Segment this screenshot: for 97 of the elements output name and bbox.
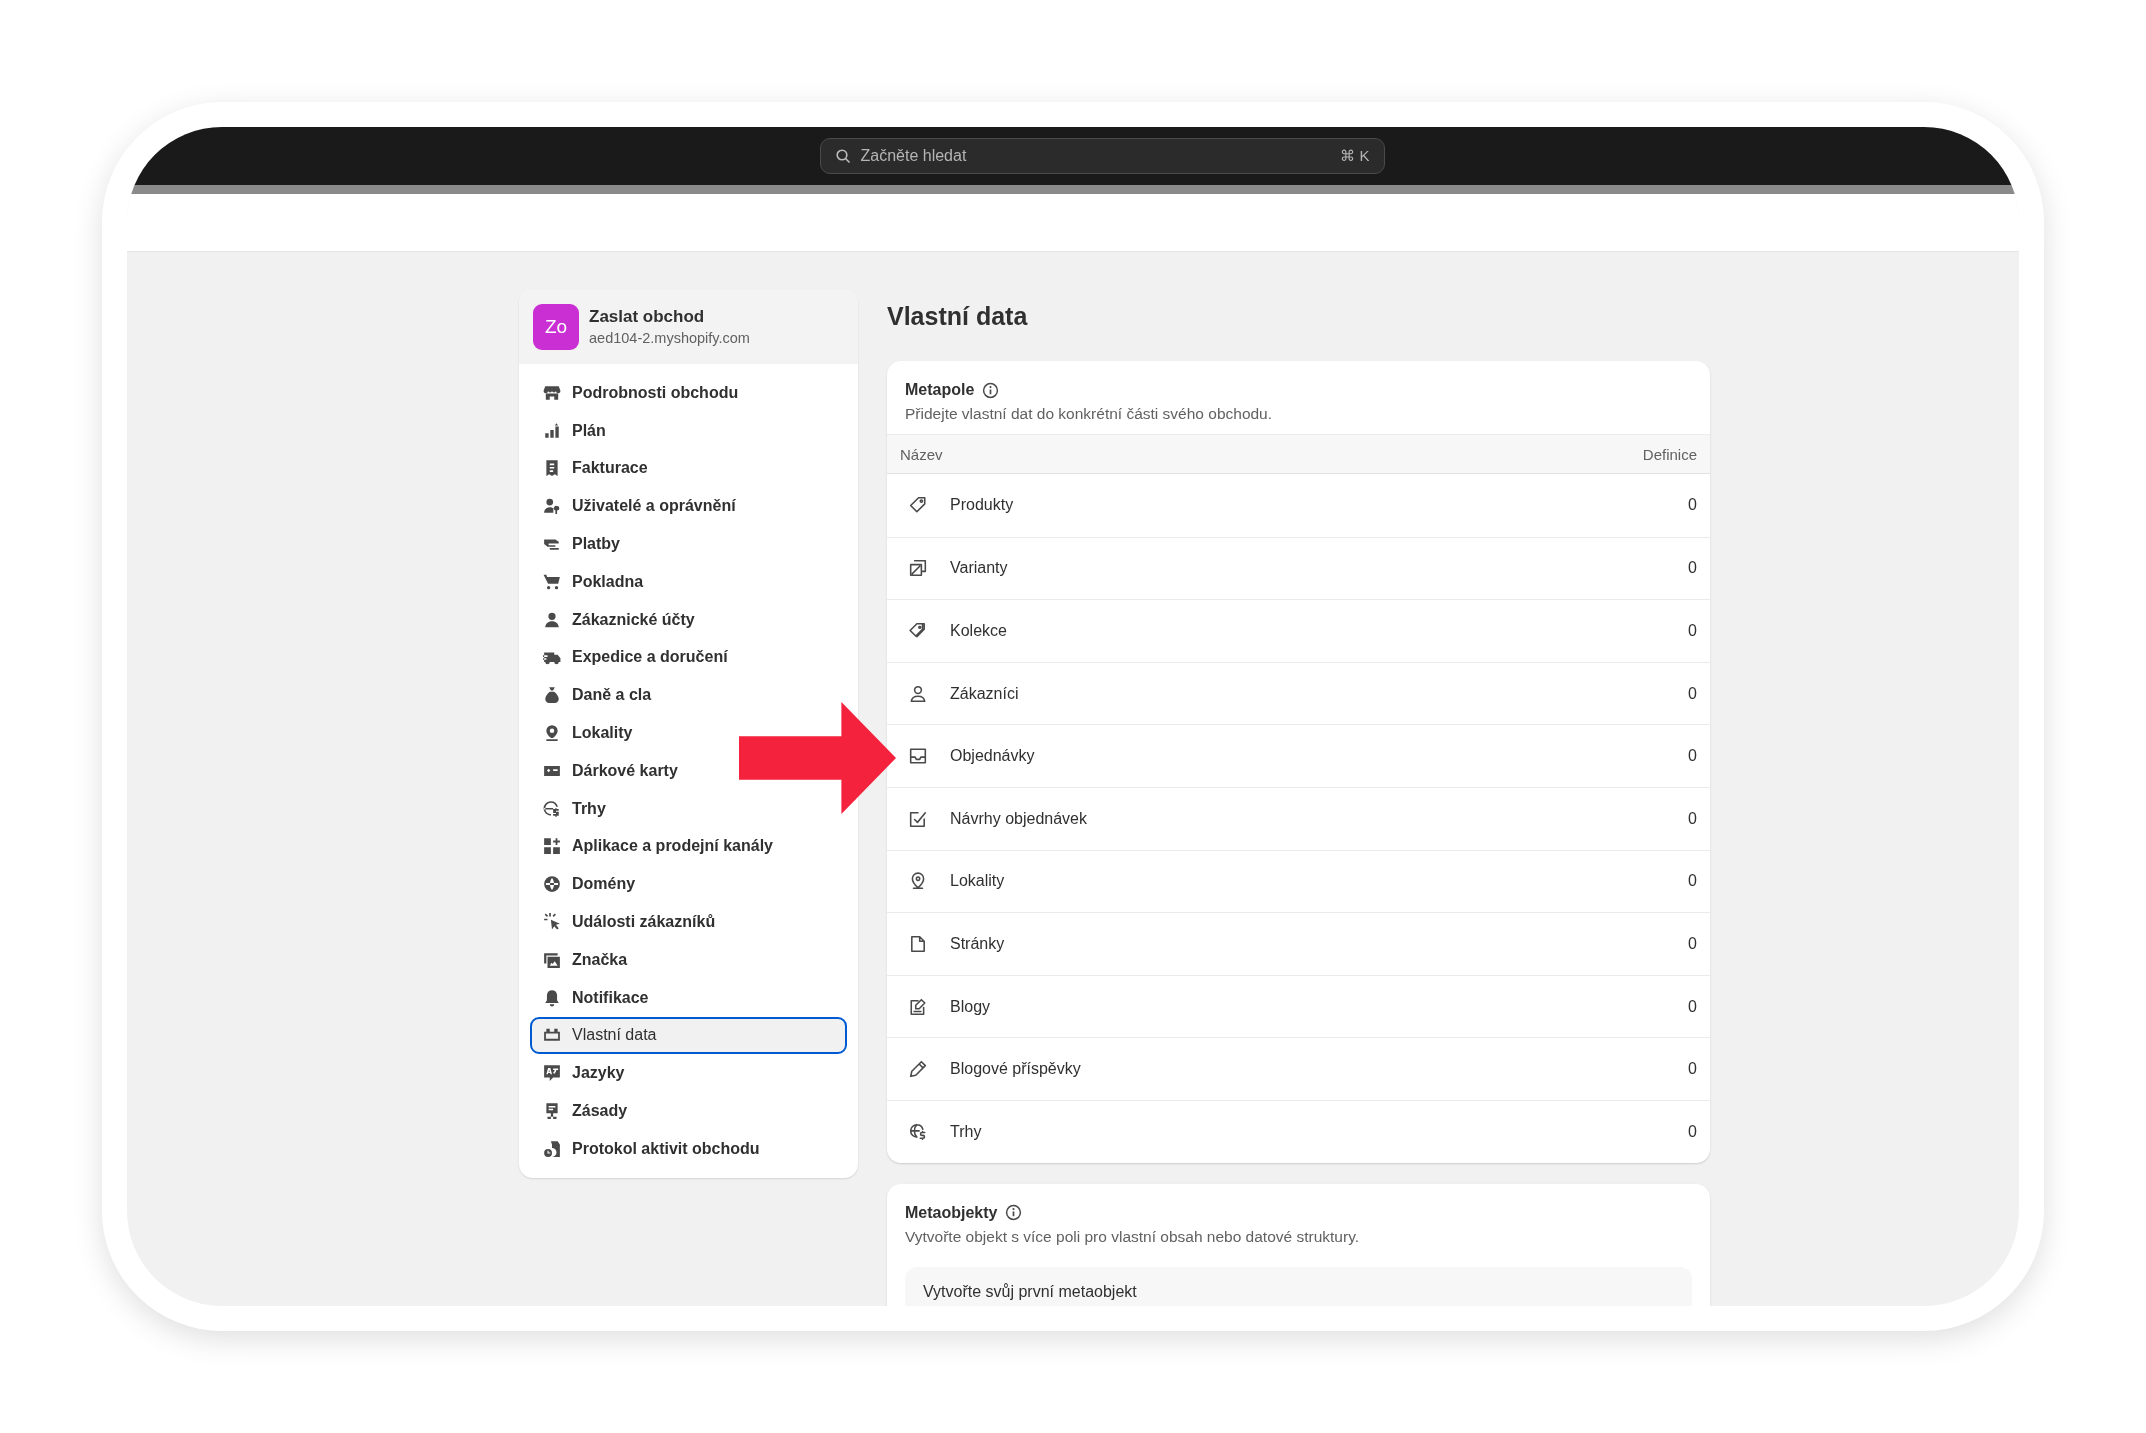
table-row[interactable]: Blogy 0 bbox=[887, 974, 1710, 1038]
tags-icon bbox=[909, 622, 927, 640]
sidebar-item[interactable]: Trhy bbox=[530, 789, 620, 828]
definition-count: 0 bbox=[1688, 496, 1697, 515]
definition-count: 0 bbox=[1688, 747, 1697, 766]
info-icon[interactable] bbox=[982, 381, 1000, 399]
row-name: Objednávky bbox=[950, 747, 1036, 766]
inbox-icon bbox=[909, 747, 927, 766]
row-name: Blogy bbox=[950, 997, 992, 1016]
person-key-icon bbox=[543, 497, 561, 516]
column-header: Název bbox=[900, 445, 943, 463]
person-icon bbox=[543, 610, 561, 629]
definition-count: 0 bbox=[1688, 1122, 1697, 1141]
definition-count: 0 bbox=[1688, 622, 1697, 640]
note-icon bbox=[909, 997, 927, 1016]
row-name: Trhy bbox=[950, 1122, 983, 1141]
definition-count: 0 bbox=[1688, 1060, 1697, 1079]
sidebar-item[interactable]: Plán bbox=[530, 411, 620, 450]
sidebar-item[interactable]: Podrobnosti obchodu bbox=[530, 374, 753, 412]
sidebar-item[interactable]: Jazyky bbox=[530, 1054, 639, 1093]
squares-icon bbox=[909, 559, 927, 578]
image-icon bbox=[543, 950, 561, 969]
sidebar-item[interactable]: Zásady bbox=[530, 1092, 642, 1130]
table-row[interactable]: Trhy 0 bbox=[887, 1099, 1710, 1163]
store-domain: aed104-2.myshopify.com bbox=[589, 330, 750, 346]
bell-icon bbox=[543, 988, 561, 1007]
definition-count: 0 bbox=[1688, 997, 1697, 1016]
table-row[interactable]: Blogové příspěvky 0 bbox=[887, 1037, 1710, 1100]
row-name: Blogové příspěvky bbox=[950, 1060, 1082, 1079]
translate-icon bbox=[543, 1064, 561, 1083]
sidebar-item[interactable]: Daně a cla bbox=[530, 676, 666, 715]
map-pin-icon bbox=[909, 872, 927, 891]
apps-icon bbox=[543, 837, 561, 856]
search-icon bbox=[834, 148, 851, 164]
edit-box-icon bbox=[909, 809, 927, 828]
info-icon[interactable] bbox=[1005, 1204, 1023, 1222]
store-icon bbox=[543, 383, 561, 402]
table-row[interactable]: Zákazníci 0 bbox=[887, 661, 1710, 725]
money-bag-icon bbox=[543, 686, 561, 705]
row-name: Stránky bbox=[950, 934, 1006, 953]
sidebar-item[interactable]: Značka bbox=[530, 940, 642, 979]
search-input[interactable]: Začněte hledat bbox=[860, 147, 1331, 165]
sidebar-item[interactable]: Domény bbox=[530, 865, 650, 904]
row-name: Varianty bbox=[950, 559, 1009, 578]
bar-chart-icon bbox=[543, 421, 561, 440]
row-name: Produkty bbox=[950, 496, 1015, 515]
cart-icon bbox=[543, 572, 561, 591]
sidebar-item[interactable]: Expedice a doručení bbox=[530, 638, 742, 677]
sidebar-item[interactable]: Pokladna bbox=[530, 563, 658, 601]
store-avatar: Zo bbox=[533, 303, 579, 350]
row-name: Lokality bbox=[950, 872, 1006, 891]
page-title: Vlastní data bbox=[887, 301, 1029, 332]
sidebar-item[interactable]: Vlastní data bbox=[530, 1016, 847, 1055]
section-title: Metaobjekty bbox=[905, 1203, 998, 1222]
sidebar-item[interactable]: Notifikace bbox=[530, 978, 663, 1017]
table-row[interactable]: Návrhy objednávek 0 bbox=[887, 786, 1710, 850]
map-pin-icon bbox=[543, 724, 561, 743]
section-description: Vytvořte objekt s více poli pro vlastní obsah nebo datové struktury. bbox=[905, 1227, 1361, 1246]
pen-icon bbox=[909, 1060, 927, 1079]
definition-count: 0 bbox=[1688, 934, 1697, 953]
table-row[interactable]: Kolekce 0 bbox=[887, 599, 1710, 662]
sidebar-item[interactable]: Lokality bbox=[530, 714, 647, 752]
table-row[interactable]: Varianty 0 bbox=[887, 536, 1710, 600]
sidebar-item[interactable]: Platby bbox=[530, 525, 634, 563]
row-name: Kolekce bbox=[950, 622, 1008, 640]
document-stand-icon bbox=[543, 1102, 561, 1121]
empty-state-title: Vytvořte svůj první metaobjekt bbox=[923, 1282, 1137, 1300]
definition-count: 0 bbox=[1688, 872, 1697, 891]
sidebar-item[interactable]: Dárkové karty bbox=[530, 751, 692, 790]
globe-dollar-icon bbox=[909, 1122, 927, 1141]
sidebar-item[interactable]: Zákaznické účty bbox=[530, 600, 709, 639]
sidebar-item[interactable]: Uživatelé a oprávnění bbox=[530, 487, 750, 526]
cursor-click-icon bbox=[543, 913, 561, 932]
store-name: Zaslat obchod bbox=[589, 307, 706, 327]
row-name: Zákazníci bbox=[950, 684, 1020, 703]
sidebar-item[interactable]: Protokol aktivit obchodu bbox=[530, 1129, 774, 1168]
sidebar-item[interactable]: Fakturace bbox=[530, 449, 662, 488]
definition-count: 0 bbox=[1688, 684, 1697, 703]
page-icon bbox=[909, 934, 927, 953]
receipt-icon bbox=[543, 459, 561, 478]
person-icon bbox=[909, 684, 927, 703]
sidebar-item[interactable]: Aplikace a prodejní kanály bbox=[530, 827, 787, 866]
section-description: Přidejte vlastní dat do konkrétní části svého obchodu. bbox=[905, 405, 1274, 423]
search-bar[interactable]: Začněte hledat ⌘ K bbox=[819, 138, 1385, 174]
table-row[interactable]: Produkty 0 bbox=[887, 474, 1710, 537]
globe-dollar-icon bbox=[543, 799, 561, 818]
table-row[interactable]: Stránky 0 bbox=[887, 912, 1710, 975]
shortcut-hint: ⌘ K bbox=[1340, 147, 1370, 165]
globe-icon bbox=[543, 875, 561, 894]
sidebar-item[interactable]: Události zákazníků bbox=[530, 903, 730, 941]
definition-count: 0 bbox=[1688, 559, 1697, 578]
definition-count: 0 bbox=[1688, 809, 1697, 828]
section-title: Metapole bbox=[905, 381, 975, 399]
table-row[interactable]: Lokality 0 bbox=[887, 849, 1710, 913]
tag-icon bbox=[909, 496, 927, 515]
column-header: Definice bbox=[1642, 445, 1697, 463]
row-name: Návrhy objednávek bbox=[950, 809, 1088, 828]
